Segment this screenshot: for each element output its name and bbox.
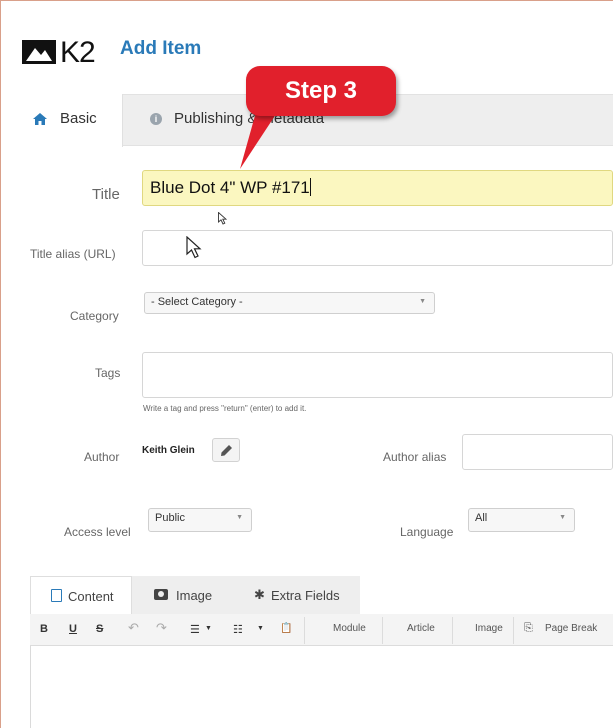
access-level-select[interactable]: Public ▼ bbox=[148, 508, 252, 532]
step-annotation-bubble: Step 3 bbox=[246, 66, 396, 116]
author-name: Keith Glein bbox=[142, 445, 195, 456]
chevron-down-icon: ▼ bbox=[419, 298, 426, 305]
mouse-cursor-icon bbox=[186, 236, 202, 259]
mouse-cursor-icon bbox=[218, 212, 227, 225]
k2-logo: K2 bbox=[22, 36, 114, 69]
title-label: Title bbox=[92, 186, 120, 203]
numbered-list-icon[interactable]: ☷ bbox=[233, 623, 243, 636]
home-icon bbox=[33, 113, 47, 125]
redo-icon[interactable]: ↷ bbox=[156, 620, 167, 636]
category-label: Category bbox=[70, 309, 119, 323]
toolbar-divider bbox=[513, 617, 514, 644]
page-break-icon: ⎘ bbox=[524, 622, 533, 634]
author-label: Author bbox=[84, 450, 120, 464]
tab-image-label: Image bbox=[176, 588, 213, 603]
edit-author-button[interactable] bbox=[212, 438, 240, 462]
title-alias-label: Title alias (URL) bbox=[30, 247, 116, 261]
chevron-down-icon: ▼ bbox=[559, 514, 566, 521]
camera-icon bbox=[154, 589, 168, 600]
author-alias-label: Author alias bbox=[383, 450, 447, 464]
tab-content-label: Content bbox=[68, 589, 114, 604]
tab-image[interactable]: Image bbox=[136, 576, 230, 614]
tab-content[interactable]: Content bbox=[30, 576, 132, 614]
access-level-label: Access level bbox=[64, 525, 131, 539]
category-select[interactable]: - Select Category - ▼ bbox=[144, 292, 435, 314]
info-icon: i bbox=[150, 113, 162, 125]
tags-label: Tags bbox=[95, 366, 121, 380]
tab-extra-fields[interactable]: ✱ Extra Fields bbox=[234, 576, 360, 614]
logo-text: K2 bbox=[60, 36, 96, 69]
category-select-value: - Select Category - bbox=[151, 296, 243, 308]
chevron-down-icon: ▼ bbox=[236, 514, 243, 521]
title-input-value: Blue Dot 4" WP #171 bbox=[150, 178, 310, 197]
author-alias-input[interactable] bbox=[462, 434, 613, 470]
undo-icon[interactable]: ↶ bbox=[128, 620, 139, 636]
tags-help-text: Write a tag and press "return" (enter) t… bbox=[143, 404, 307, 413]
toolbar-divider bbox=[382, 617, 383, 644]
page-title: Add Item bbox=[120, 38, 202, 59]
pencil-icon bbox=[221, 445, 232, 456]
underline-button[interactable]: U bbox=[69, 623, 77, 635]
text-caret bbox=[309, 178, 311, 196]
language-label: Language bbox=[400, 525, 454, 539]
tags-input[interactable] bbox=[142, 352, 613, 398]
paste-icon[interactable]: 📋 bbox=[280, 623, 292, 634]
gear-icon: ✱ bbox=[254, 587, 265, 602]
title-input[interactable]: Blue Dot 4" WP #171 bbox=[142, 170, 613, 206]
article-button[interactable]: Article bbox=[407, 623, 435, 634]
bold-button[interactable]: B bbox=[40, 623, 48, 635]
numbered-list-dropdown-icon[interactable]: ▼ bbox=[257, 625, 264, 632]
language-select[interactable]: All ▼ bbox=[468, 508, 575, 532]
k2-logo-mark-icon bbox=[22, 40, 56, 64]
tab-extra-fields-label: Extra Fields bbox=[271, 588, 340, 603]
document-icon bbox=[51, 589, 62, 602]
strikethrough-button[interactable]: S bbox=[96, 623, 103, 635]
title-alias-input[interactable] bbox=[142, 230, 613, 266]
toolbar-divider bbox=[304, 617, 305, 644]
bullet-list-dropdown-icon[interactable]: ▼ bbox=[205, 625, 212, 632]
tab-basic-label: Basic bbox=[60, 110, 97, 127]
toolbar-divider bbox=[452, 617, 453, 644]
access-level-value: Public bbox=[155, 512, 185, 524]
image-button[interactable]: Image bbox=[475, 623, 503, 634]
module-button[interactable]: Module bbox=[333, 623, 366, 634]
language-value: All bbox=[475, 512, 488, 524]
page-break-button[interactable]: Page Break bbox=[545, 623, 597, 634]
step-annotation-label: Step 3 bbox=[284, 77, 358, 104]
bullet-list-icon[interactable]: ☰ bbox=[190, 623, 200, 636]
tab-basic[interactable]: Basic bbox=[12, 94, 123, 147]
